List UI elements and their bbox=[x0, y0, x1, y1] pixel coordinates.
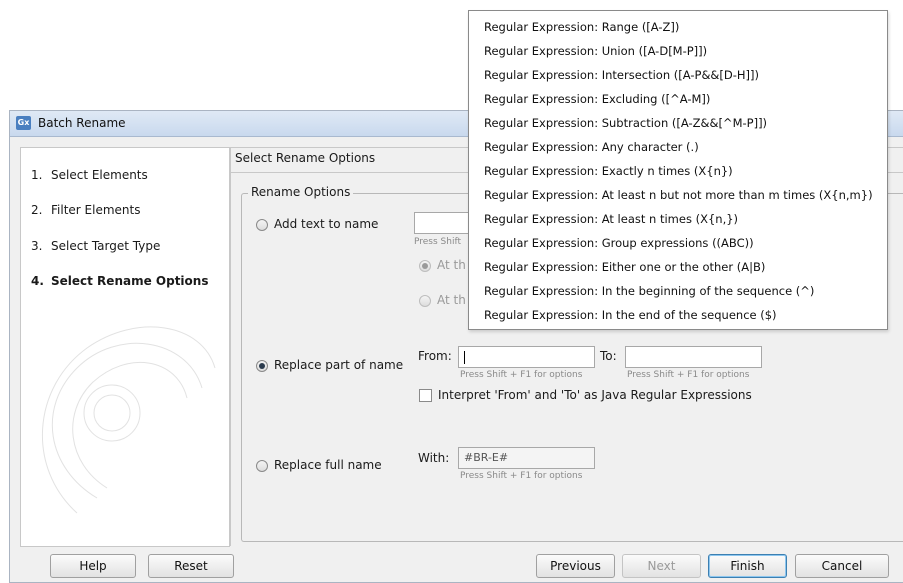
menu-item-subtraction[interactable]: Regular Expression: Subtraction ([A-Z&&[… bbox=[484, 116, 767, 130]
menu-item-union[interactable]: Regular Expression: Union ([A-D[M-P]]) bbox=[484, 44, 707, 58]
to-label: To: bbox=[600, 349, 617, 363]
replace-full-label: Replace full name bbox=[274, 458, 382, 472]
step-select-rename-options: 4. Select Rename Options bbox=[31, 274, 208, 288]
to-hint: Press Shift + F1 for options bbox=[627, 370, 750, 380]
menu-item-at-least-n[interactable]: Regular Expression: At least n times (X{… bbox=[484, 212, 738, 226]
regex-checkbox[interactable] bbox=[419, 389, 432, 402]
step-filter-elements: 2. Filter Elements bbox=[31, 203, 140, 217]
app-logo-icon: Gx bbox=[16, 116, 31, 130]
add-text-label: Add text to name bbox=[274, 217, 379, 231]
previous-button[interactable]: Previous bbox=[536, 554, 615, 578]
menu-item-any-character[interactable]: Regular Expression: Any character (.) bbox=[484, 140, 699, 154]
menu-item-intersection[interactable]: Regular Expression: Intersection ([A-P&&… bbox=[484, 68, 759, 82]
step-label: Select Target Type bbox=[51, 239, 161, 253]
menu-item-group[interactable]: Regular Expression: Group expressions ((… bbox=[484, 236, 754, 250]
regex-checkbox-label: Interpret 'From' and 'To' as Java Regula… bbox=[438, 388, 752, 402]
regex-options-menu: Regular Expression: Range ([A-Z]) Regula… bbox=[468, 10, 888, 330]
step-number: 3. bbox=[31, 239, 43, 253]
add-at-beginning-label: At th bbox=[437, 258, 466, 272]
add-at-beginning-radio[interactable] bbox=[419, 260, 431, 272]
add-text-radio[interactable] bbox=[256, 219, 268, 231]
menu-item-excluding[interactable]: Regular Expression: Excluding ([^A-M]) bbox=[484, 92, 710, 106]
menu-item-either-or[interactable]: Regular Expression: Either one or the ot… bbox=[484, 260, 765, 274]
menu-item-beginning[interactable]: Regular Expression: In the beginning of … bbox=[484, 284, 814, 298]
add-text-hint: Press Shift bbox=[414, 237, 462, 247]
replace-full-radio[interactable] bbox=[256, 460, 268, 472]
step-label: Filter Elements bbox=[51, 203, 141, 217]
reset-button[interactable]: Reset bbox=[148, 554, 234, 578]
with-label: With: bbox=[418, 451, 450, 465]
group-title: Rename Options bbox=[248, 185, 354, 199]
menu-item-exactly-n[interactable]: Regular Expression: Exactly n times (X{n… bbox=[484, 164, 733, 178]
from-label: From: bbox=[418, 349, 452, 363]
menu-item-n-to-m[interactable]: Regular Expression: At least n but not m… bbox=[484, 188, 873, 202]
wizard-steps-panel: 1. Select Elements 2. Filter Elements 3. Se… bbox=[20, 147, 230, 547]
replace-part-label: Replace part of name bbox=[274, 358, 404, 372]
add-at-end-label: At th bbox=[437, 293, 466, 307]
replace-part-radio[interactable] bbox=[256, 360, 268, 372]
add-text-input[interactable] bbox=[414, 212, 474, 234]
help-button[interactable]: Help bbox=[50, 554, 136, 578]
next-button[interactable]: Next bbox=[622, 554, 701, 578]
text-cursor bbox=[464, 350, 465, 364]
step-label: Select Elements bbox=[51, 168, 148, 182]
step-number: 4. bbox=[31, 274, 44, 288]
add-at-end-radio[interactable] bbox=[419, 295, 431, 307]
finish-button[interactable]: Finish bbox=[708, 554, 787, 578]
with-input[interactable]: #BR-E# bbox=[458, 447, 595, 469]
from-hint: Press Shift + F1 for options bbox=[460, 370, 583, 380]
menu-item-range[interactable]: Regular Expression: Range ([A-Z]) bbox=[484, 20, 679, 34]
from-input[interactable] bbox=[458, 346, 595, 368]
with-hint: Press Shift + F1 for options bbox=[460, 471, 583, 481]
menu-item-end[interactable]: Regular Expression: In the end of the se… bbox=[484, 308, 777, 322]
cancel-button[interactable]: Cancel bbox=[795, 554, 889, 578]
window-title: Batch Rename bbox=[38, 116, 126, 130]
section-title: Select Rename Options bbox=[235, 151, 376, 165]
step-number: 2. bbox=[31, 203, 43, 217]
step-select-target-type: 3. Select Target Type bbox=[31, 239, 160, 253]
step-number: 1. bbox=[31, 168, 43, 182]
step-label: Select Rename Options bbox=[51, 274, 209, 288]
step-select-elements: 1. Select Elements bbox=[31, 168, 148, 182]
to-input[interactable] bbox=[625, 346, 762, 368]
decorative-swirl-watermark bbox=[41, 326, 216, 514]
